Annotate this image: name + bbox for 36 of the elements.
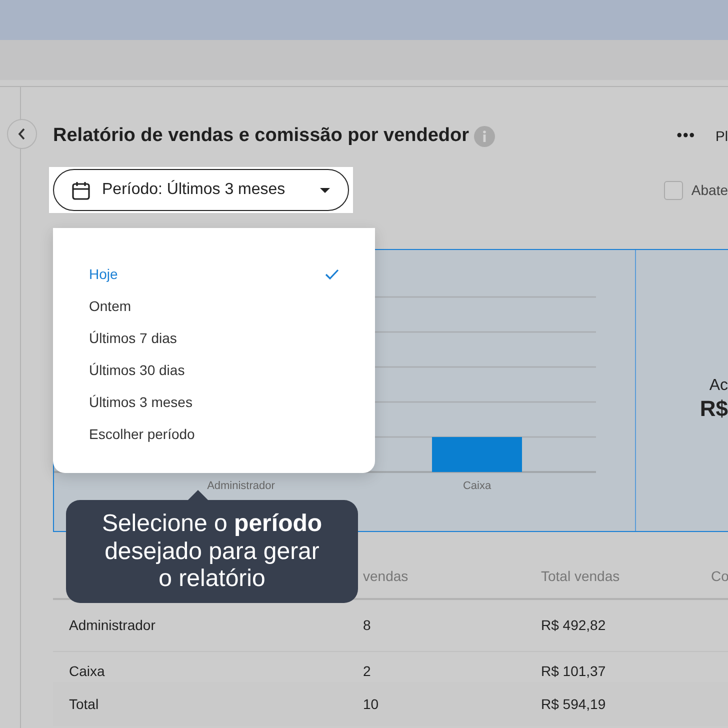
- table-cell-text: R$ 594,19: [540, 694, 607, 714]
- period-dropdown[interactable]: Período: Últimos 3 meses: [53, 169, 349, 211]
- table-cell-text: 2: [362, 662, 372, 681]
- menu-item[interactable]: Ontem: [53, 290, 375, 322]
- summary-label: Ac: [709, 376, 728, 396]
- column-header: vendas: [362, 566, 410, 586]
- axis-label: Caixa: [462, 480, 492, 492]
- info-icon[interactable]: [474, 126, 496, 146]
- column-header: Co: [710, 566, 728, 586]
- menu-item[interactable]: Últimos 30 dias: [53, 354, 375, 386]
- checkbox-label: Abate: [691, 180, 728, 200]
- tooltip: Selecione o período desejado para gerar o relatório: [66, 500, 358, 603]
- menu-item[interactable]: Hoje: [53, 258, 375, 290]
- more-button[interactable]: •••: [676, 124, 696, 148]
- caret-icon: [320, 188, 330, 192]
- table-cell-text: 10: [362, 694, 380, 714]
- table-cell-text: 8: [362, 616, 372, 635]
- checkbox[interactable]: [664, 180, 684, 200]
- menu-item[interactable]: Últimos 3 meses: [53, 386, 375, 418]
- tooltip-pointer: [188, 490, 208, 500]
- column-header: Total vendas: [540, 566, 621, 586]
- summary-value: R$: [700, 398, 728, 420]
- table-cell-text: R$ 492,82: [540, 616, 607, 635]
- print-button[interactable]: Pl: [716, 126, 728, 146]
- back-button[interactable]: [7, 119, 37, 149]
- table-cell-text: Caixa: [68, 662, 106, 681]
- menu-item[interactable]: Escolher período: [53, 418, 375, 450]
- table-cell-text: Total: [68, 694, 100, 714]
- table-cell-text: Administrador: [68, 616, 156, 635]
- calendar-icon: [72, 180, 90, 200]
- axis-label: Administrador: [207, 480, 275, 492]
- check-icon: [325, 268, 339, 280]
- table-cell-text: R$ 101,37: [540, 662, 607, 681]
- menu-item[interactable]: Últimos 7 dias: [53, 322, 375, 354]
- chevron-left-icon: [18, 128, 26, 140]
- page-title: Relatório de vendas e comissão por vendedor: [53, 124, 470, 148]
